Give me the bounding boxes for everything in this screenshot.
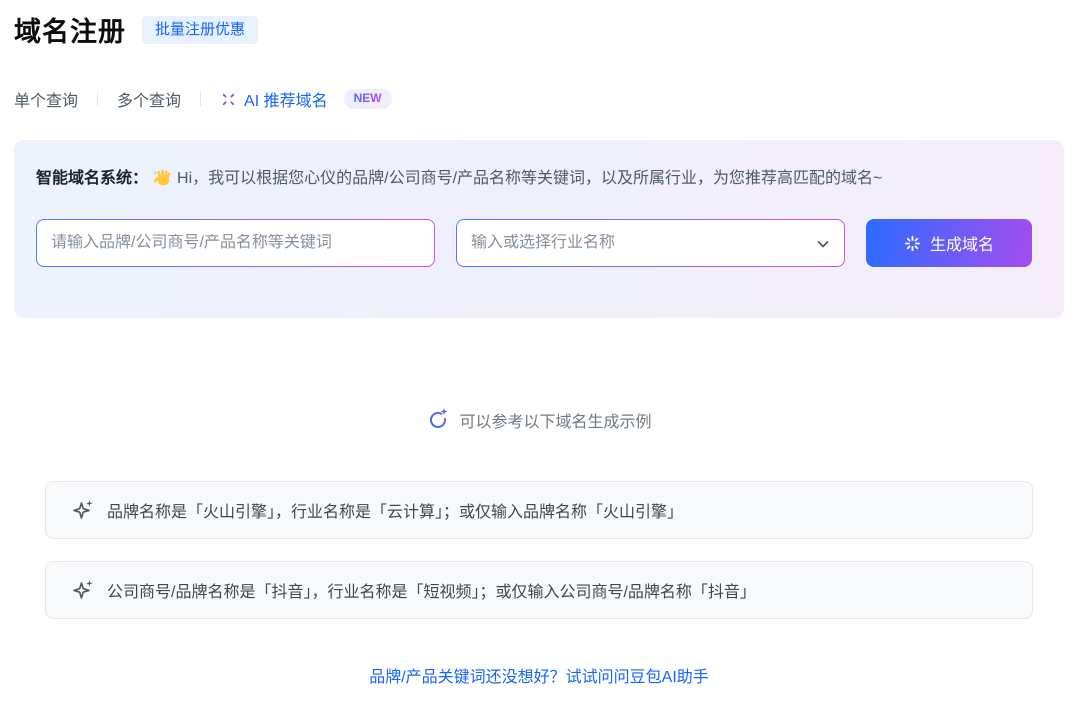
query-tabs: 单个查询 多个查询 AI 推荐域名 NEW — [14, 87, 1064, 111]
tab-divider — [97, 92, 99, 106]
tab-multiple-query[interactable]: 多个查询 — [117, 87, 181, 111]
doubao-assistant-link[interactable]: 品牌/产品关键词还没想好？试试问问豆包AI助手 — [14, 663, 1064, 687]
sparkle-burst-icon — [220, 91, 237, 108]
batch-discount-badge[interactable]: 批量注册优惠 — [142, 15, 259, 44]
keyword-input-wrapper — [36, 219, 435, 267]
assistant-label: 智能域名系统： — [36, 170, 149, 187]
example-list: 品牌名称是「火山引擎」，行业名称是「云计算」；或仅输入品牌名称「火山引擎」 公司… — [45, 481, 1033, 619]
industry-input[interactable] — [457, 234, 844, 252]
examples-hint: 可以参考以下域名生成示例 — [14, 407, 1064, 433]
domain-registration-page: 域名注册 批量注册优惠 单个查询 多个查询 AI 推荐域名 NEW 智能域名系统… — [0, 0, 1080, 687]
assistant-greeting: Hi，我可以根据您心仪的品牌/公司商号/产品名称等关键词，以及所属行业，为您推荐… — [177, 170, 883, 187]
lightbulb-spark-icon — [426, 407, 450, 433]
four-point-star-icon — [72, 499, 94, 521]
page-title: 域名注册 — [14, 17, 126, 47]
example-item-text: 公司商号/品牌名称是「抖音」，行业名称是「短视频」；或仅输入公司商号/品牌名称「… — [107, 584, 756, 601]
new-badge: NEW — [343, 88, 392, 110]
keyword-input[interactable] — [37, 234, 434, 252]
ai-assistant-card: 智能域名系统： Hi，我可以根据您心仪的品牌/公司商号/产品名称等关键词，以及所… — [14, 140, 1064, 318]
tab-ai-recommend-label: AI 推荐域名 — [244, 93, 328, 110]
sparkle-burst-icon — [904, 235, 921, 252]
example-item-volcengine[interactable]: 品牌名称是「火山引擎」，行业名称是「云计算」；或仅输入品牌名称「火山引擎」 — [45, 481, 1033, 539]
page-header: 域名注册 批量注册优惠 — [14, 10, 1064, 49]
examples-hint-text: 可以参考以下域名生成示例 — [459, 414, 652, 431]
example-item-douyin[interactable]: 公司商号/品牌名称是「抖音」，行业名称是「短视频」；或仅输入公司商号/品牌名称「… — [45, 561, 1033, 619]
four-point-star-icon — [72, 579, 94, 601]
generate-domain-label: 生成域名 — [929, 237, 994, 254]
tab-divider — [200, 92, 202, 106]
tab-ai-recommend[interactable]: AI 推荐域名 NEW — [220, 87, 392, 111]
generator-input-row: 生成域名 — [36, 219, 1042, 267]
industry-select[interactable] — [456, 219, 845, 267]
generate-domain-button[interactable]: 生成域名 — [866, 219, 1032, 267]
waving-hand-icon — [154, 168, 173, 187]
tab-single-query[interactable]: 单个查询 — [14, 87, 78, 111]
assistant-intro: 智能域名系统： Hi，我可以根据您心仪的品牌/公司商号/产品名称等关键词，以及所… — [36, 163, 1042, 195]
example-item-text: 品牌名称是「火山引擎」，行业名称是「云计算」；或仅输入品牌名称「火山引擎」 — [107, 504, 684, 521]
